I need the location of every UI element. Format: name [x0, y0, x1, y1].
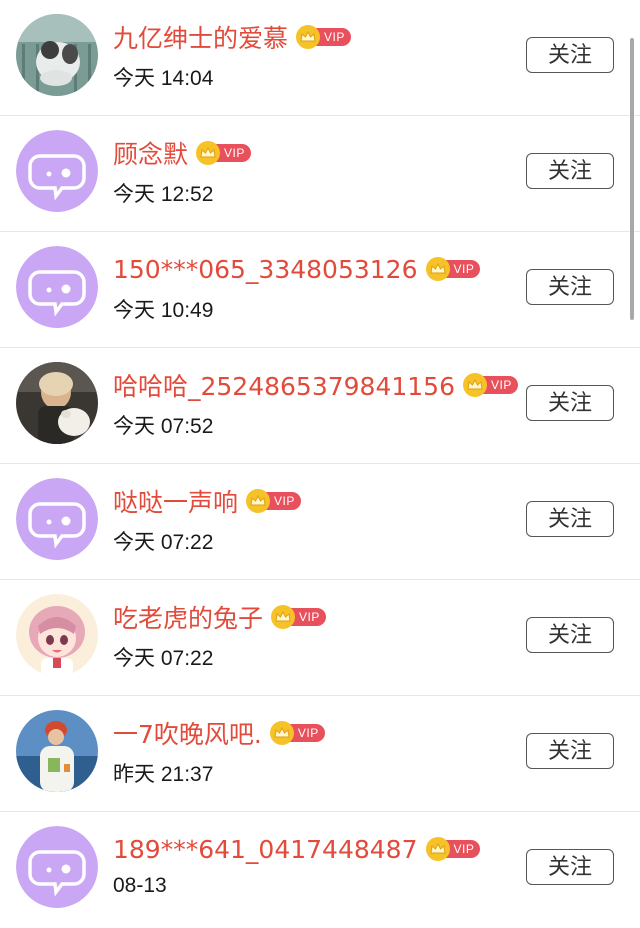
vip-badge: VIP	[246, 489, 301, 513]
scrollbar[interactable]	[630, 38, 634, 320]
default-avatar-icon[interactable]	[16, 826, 98, 908]
follow-button[interactable]: 关注	[526, 617, 614, 653]
crown-icon	[271, 605, 296, 629]
avatar[interactable]	[16, 362, 98, 444]
follow-time: 08-13	[113, 874, 167, 897]
follow-time: 今天 07:52	[113, 415, 214, 438]
follow-button[interactable]: 关注	[526, 269, 614, 305]
follow-time: 今天 07:22	[113, 647, 214, 670]
avatar[interactable]	[16, 14, 98, 96]
crown-icon	[463, 373, 487, 397]
vip-badge: VIP	[271, 605, 326, 629]
follow-button[interactable]: 关注	[526, 153, 614, 189]
follow-button[interactable]: 关注	[526, 501, 614, 537]
crown-icon	[246, 489, 271, 513]
list-item[interactable]: 189***641_0417448487 VIP 08-13 关注	[0, 812, 640, 928]
default-avatar-icon[interactable]	[16, 478, 98, 560]
follower-list: 九亿绅士的爱慕 VIP 今天 14:04 关注 顾念默 VIP 今天 12:52…	[0, 0, 640, 928]
list-item[interactable]: 一7吹晚风吧. VIP 昨天 21:37 关注	[0, 696, 640, 812]
crown-icon	[296, 25, 321, 49]
vip-badge: VIP	[463, 373, 518, 397]
follow-button[interactable]: 关注	[526, 733, 614, 769]
crown-icon	[196, 141, 221, 165]
user-name[interactable]: 哒哒一声响	[113, 483, 238, 519]
follow-time: 今天 12:52	[113, 183, 214, 206]
user-name[interactable]: 150***065_3348053126	[113, 255, 418, 284]
vip-badge: VIP	[425, 257, 481, 281]
avatar[interactable]	[16, 710, 98, 792]
follow-button[interactable]: 关注	[526, 37, 614, 73]
user-name[interactable]: 一7吹晚风吧.	[113, 715, 262, 751]
list-item[interactable]: 九亿绅士的爱慕 VIP 今天 14:04 关注	[0, 0, 640, 116]
avatar[interactable]	[16, 594, 98, 676]
follow-button[interactable]: 关注	[526, 385, 614, 421]
user-name[interactable]: 九亿绅士的爱慕	[113, 19, 288, 55]
vip-badge: VIP	[269, 721, 325, 745]
follow-time: 今天 07:22	[113, 531, 214, 554]
crown-icon	[269, 721, 294, 745]
user-name[interactable]: 哈哈哈_2524865379841156	[113, 367, 455, 403]
list-item[interactable]: 哒哒一声响 VIP 今天 07:22 关注	[0, 464, 640, 580]
list-item[interactable]: 顾念默 VIP 今天 12:52 关注	[0, 116, 640, 232]
list-item[interactable]: 150***065_3348053126 VIP 今天 10:49 关注	[0, 232, 640, 348]
vip-badge: VIP	[425, 837, 481, 861]
vip-badge: VIP	[296, 25, 351, 49]
follow-button[interactable]: 关注	[526, 849, 614, 885]
default-avatar-icon[interactable]	[16, 130, 98, 212]
crown-icon	[425, 257, 450, 281]
follow-time: 昨天 21:37	[113, 763, 214, 786]
user-name[interactable]: 189***641_0417448487	[113, 835, 418, 864]
user-name[interactable]: 顾念默	[113, 135, 188, 171]
list-item[interactable]: 吃老虎的兔子 VIP 今天 07:22 关注	[0, 580, 640, 696]
list-item[interactable]: 哈哈哈_2524865379841156 VIP 今天 07:52 关注	[0, 348, 640, 464]
user-name[interactable]: 吃老虎的兔子	[113, 599, 263, 635]
vip-badge: VIP	[196, 141, 251, 165]
crown-icon	[425, 837, 450, 861]
default-avatar-icon[interactable]	[16, 246, 98, 328]
follow-time: 今天 10:49	[113, 299, 214, 322]
follow-time: 今天 14:04	[113, 67, 214, 90]
